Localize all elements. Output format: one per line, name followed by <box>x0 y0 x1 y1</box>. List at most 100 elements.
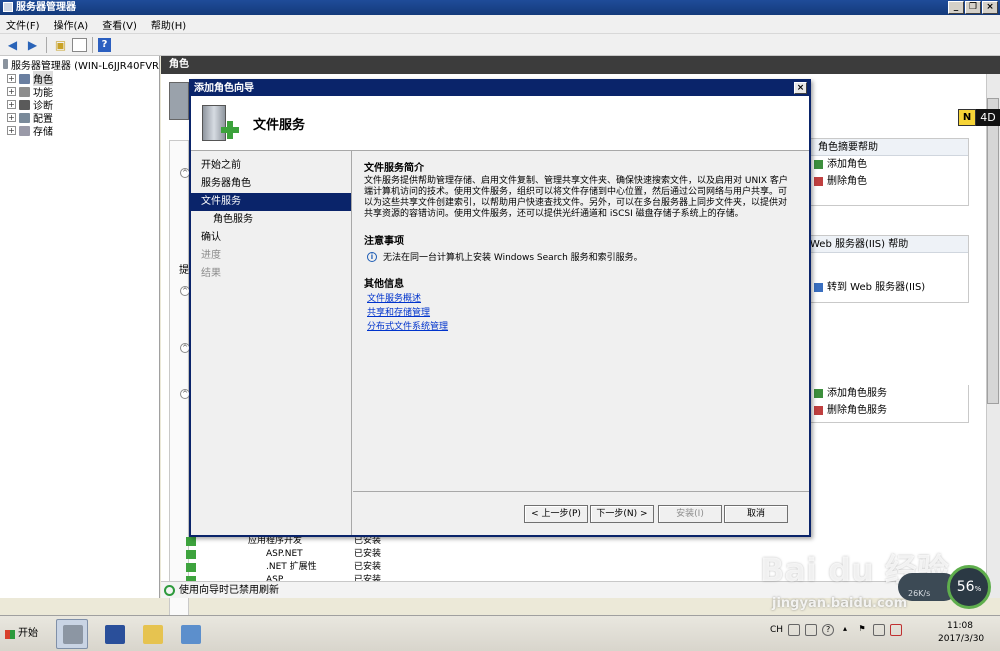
expand-icon[interactable]: + <box>7 74 16 83</box>
keyboard-icon[interactable] <box>788 624 801 636</box>
folder-icon <box>143 625 163 644</box>
minimize-button[interactable]: _ <box>948 1 964 14</box>
menu-action[interactable]: 操作(A) <box>54 17 89 32</box>
wizard-button-bar: < 上一步(P) 下一步(N) > 安装(I) 取消 <box>353 491 809 535</box>
wizard-step-server-roles[interactable]: 服务器角色 <box>191 175 351 193</box>
server-manager-icon <box>63 625 83 644</box>
tree-item-roles[interactable]: + 角色 <box>0 71 159 86</box>
role-service-status: 已安装 <box>354 549 382 559</box>
add-role-icon <box>814 159 823 169</box>
restore-button[interactable]: ❐ <box>965 1 981 14</box>
taskbar-explorer[interactable] <box>136 619 168 649</box>
main-pane-header: 角色 <box>161 56 1000 74</box>
next-button[interactable]: 下一步(N) > <box>590 505 654 523</box>
menu-bar: 文件(F) 操作(A) 查看(V) 帮助(H) <box>0 15 1000 34</box>
cancel-button[interactable]: 取消 <box>724 505 788 523</box>
help-tray-icon[interactable]: ? <box>822 624 835 636</box>
wizard-step-role-services[interactable]: 角色服务 <box>191 211 351 229</box>
remove-role-service-link[interactable]: 删除角色服务 <box>806 402 968 419</box>
installed-icon <box>186 537 196 546</box>
add-role-label: 添加角色 <box>827 159 867 170</box>
close-button[interactable]: × <box>982 1 998 14</box>
forward-arrow-icon[interactable]: ▶ <box>24 37 41 53</box>
start-label: 开始 <box>18 628 38 639</box>
intro-text: 文件服务提供帮助管理存储、启用文件复制、管理共享文件夹、确保快速搜索文件，以及启… <box>364 176 788 219</box>
flag-icon[interactable]: ⚑ <box>856 624 868 636</box>
roles-summary-help-link[interactable]: 角色摘要帮助 <box>806 139 968 156</box>
menu-view[interactable]: 查看(V) <box>102 17 137 32</box>
taskbar-server-manager[interactable] <box>56 619 88 649</box>
clock-time: 11:08 <box>947 621 973 631</box>
network-speed-widget: 26K/s 56% <box>898 565 994 609</box>
add-role-service-link[interactable]: 添加角色服务 <box>806 385 968 402</box>
note-row: i 无法在同一台计算机上安装 Windows Search 服务和索引服务。 <box>364 250 797 263</box>
background-text-fragment: 提 <box>179 265 189 276</box>
previous-button[interactable]: < 上一步(P) <box>524 505 588 523</box>
note-text: 无法在同一台计算机上安装 Windows Search 服务和索引服务。 <box>383 253 643 263</box>
menu-help[interactable]: 帮助(H) <box>151 17 186 32</box>
add-role-link[interactable]: 添加角色 <box>806 156 968 173</box>
up-folder-icon[interactable]: ▣ <box>52 37 69 53</box>
features-icon <box>19 86 30 97</box>
taskbar-powershell[interactable] <box>98 619 130 649</box>
input-method-icon[interactable] <box>805 624 818 636</box>
remove-role-link[interactable]: 删除角色 <box>806 173 968 190</box>
remove-service-label: 删除角色服务 <box>827 405 887 416</box>
role-service-status: 已安装 <box>354 575 382 581</box>
system-clock[interactable]: 11:08 2017/3/30 <box>938 620 984 646</box>
dialog-title: 添加角色向导 <box>194 83 254 94</box>
wizard-step-confirmation[interactable]: 确认 <box>191 229 351 247</box>
link-file-services-overview[interactable]: 文件服务概述 <box>364 292 797 306</box>
baidu-watermark-url: jingyan.baidu.com <box>772 596 908 611</box>
speed-value: 56 <box>956 579 975 595</box>
chevron-up-icon[interactable]: ▴ <box>839 624 851 636</box>
dialog-header: 文件服务 <box>191 96 809 151</box>
network-icon[interactable] <box>873 624 886 636</box>
tree-root[interactable]: 服务器管理器 (WIN-L6JJR40FVR <box>0 56 159 72</box>
start-button[interactable]: 开始 <box>2 621 46 647</box>
taskbar: 开始 CH ? ▴ ⚑ 11:08 2017/3/30 <box>0 615 1000 651</box>
show-hide-tree-icon[interactable] <box>72 37 87 52</box>
link-dfs-management[interactable]: 分布式文件系统管理 <box>364 320 797 334</box>
tree-item-diagnostics[interactable]: + 诊断 <box>0 98 159 112</box>
volume-icon[interactable] <box>890 624 903 636</box>
menu-file[interactable]: 文件(F) <box>6 17 40 32</box>
dialog-close-button[interactable]: × <box>794 82 807 94</box>
expand-icon[interactable]: + <box>7 113 16 122</box>
window-controls: _ ❐ × <box>948 1 998 14</box>
vertical-scrollbar[interactable] <box>986 74 1000 598</box>
tree-item-storage[interactable]: + 存储 <box>0 124 159 138</box>
tree-item-configuration[interactable]: + 配置 <box>0 111 159 125</box>
wizard-step-file-services[interactable]: 文件服务 <box>191 193 351 211</box>
dialog-title-bar: 添加角色向导 × <box>191 81 809 96</box>
expand-icon[interactable]: + <box>7 87 16 96</box>
scrollbar-thumb[interactable] <box>987 98 999 404</box>
expand-icon[interactable]: + <box>7 126 16 135</box>
remove-service-icon <box>814 405 823 415</box>
intro-title: 文件服务简介 <box>364 163 424 174</box>
help-icon[interactable]: ? <box>98 37 111 52</box>
server-icon <box>3 59 8 69</box>
list-item: ASP.NET 已安装 <box>186 548 381 561</box>
tree-item-features[interactable]: + 功能 <box>0 85 159 99</box>
install-button: 安装(I) <box>658 505 722 523</box>
goto-web-label: 转到 Web 服务器(IIS) <box>827 282 926 293</box>
expand-icon[interactable]: + <box>7 100 16 109</box>
installed-icon <box>186 550 196 559</box>
back-arrow-icon[interactable]: ◀ <box>4 37 21 53</box>
installed-icon <box>186 563 196 572</box>
wizard-step-before-you-begin[interactable]: 开始之前 <box>191 157 351 175</box>
goto-web-icon <box>814 282 823 292</box>
system-tray: CH ? ▴ ⚑ <box>770 624 903 636</box>
link-share-storage-management[interactable]: 共享和存储管理 <box>364 306 797 320</box>
roles-banner-icon <box>169 82 189 120</box>
remote-desktop-icon <box>181 625 201 644</box>
goto-web-link[interactable]: 转到 Web 服务器(IIS) <box>806 279 968 296</box>
speed-unit: % <box>974 585 982 593</box>
roles-help-label: 角色摘要帮助 <box>818 142 878 153</box>
web-help-link[interactable]: Web 服务器(IIS) 帮助 <box>806 236 968 253</box>
web-help-label: Web 服务器(IIS) 帮助 <box>810 239 909 250</box>
taskbar-remote-desktop[interactable] <box>174 619 206 649</box>
language-indicator[interactable]: CH <box>770 625 783 635</box>
powershell-icon <box>105 625 125 644</box>
